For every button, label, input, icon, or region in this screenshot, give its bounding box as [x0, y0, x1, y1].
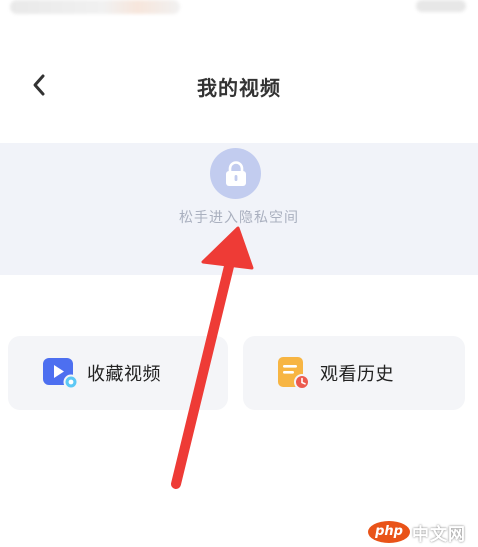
history-note-icon: [275, 355, 311, 391]
header: 我的视频: [0, 56, 478, 118]
private-space-drop-zone[interactable]: 松手进入隐私空间: [0, 143, 478, 275]
php-logo-badge: php: [368, 521, 410, 543]
php-cn-watermark: php 中文网: [368, 519, 476, 545]
lock-icon: [225, 160, 246, 186]
status-bar-left-blurred: [10, 0, 180, 14]
favorites-videos-button[interactable]: 收藏视频: [8, 336, 228, 410]
favorites-label: 收藏视频: [87, 364, 161, 385]
lock-badge: [210, 148, 261, 199]
video-play-icon: [42, 355, 79, 391]
history-label: 观看历史: [320, 364, 394, 385]
status-bar-right-blurred: [416, 0, 466, 12]
private-space-hint: 松手进入隐私空间: [179, 210, 299, 226]
watermark-text: 中文网: [412, 525, 466, 545]
page-title: 我的视频: [197, 76, 281, 100]
watch-history-button[interactable]: 观看历史: [243, 336, 465, 410]
status-bar: [0, 0, 478, 24]
